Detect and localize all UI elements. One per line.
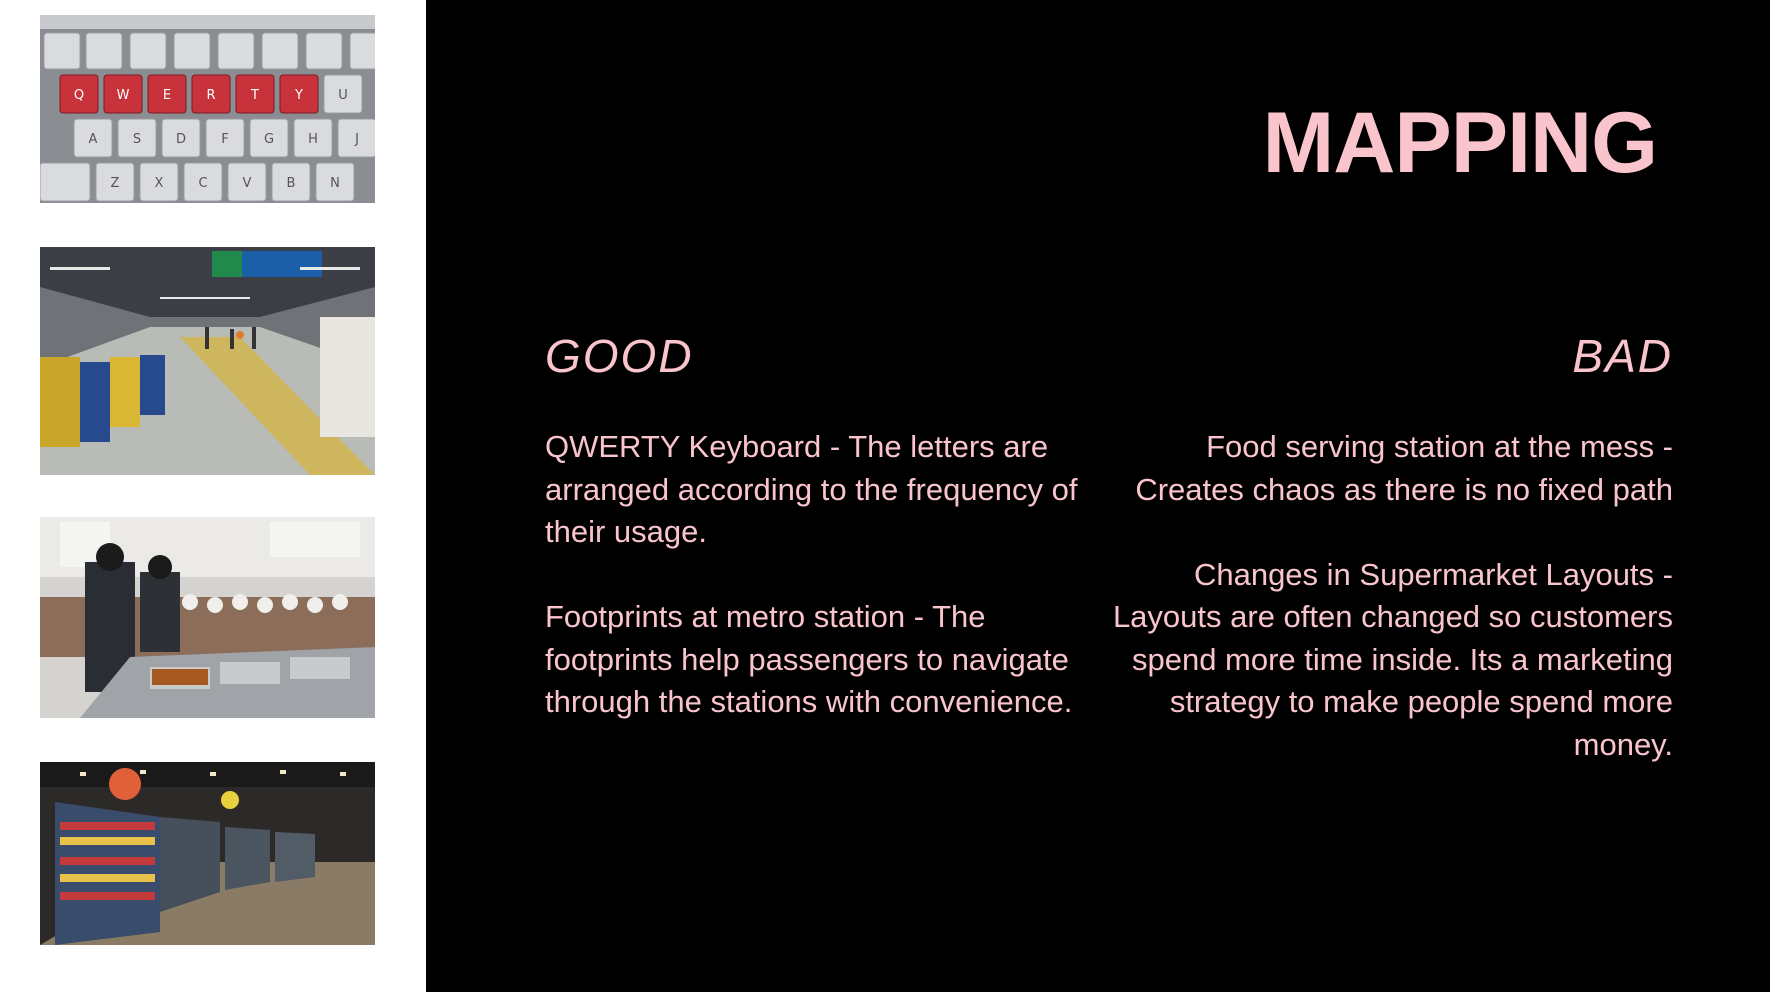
keyboard-photo: Q W E R T Y U A S D F G H J Z X C V B N xyxy=(40,15,375,203)
key-label: H xyxy=(308,132,318,147)
key-label: D xyxy=(176,132,186,147)
supermarket-illustration xyxy=(40,762,375,945)
good-heading: GOOD xyxy=(545,330,694,382)
key-label: Y xyxy=(294,88,303,103)
key-label: T xyxy=(250,88,259,103)
key-label: F xyxy=(221,132,228,147)
key-label: N xyxy=(330,176,340,191)
key-label: G xyxy=(264,132,274,147)
supermarket-photo xyxy=(40,762,375,945)
key-label: B xyxy=(287,176,296,191)
keyboard-illustration: Q W E R T Y U A S D F G H J Z X C V B N xyxy=(40,15,375,203)
key-label: E xyxy=(163,88,171,103)
key-label: C xyxy=(198,176,207,191)
mess-serving-photo xyxy=(40,517,375,718)
bad-example-supermarket: Changes in Supermarket Layouts - Layouts… xyxy=(1112,556,1673,762)
metro-illustration xyxy=(40,247,375,475)
key-label: X xyxy=(155,176,164,191)
key-label: J xyxy=(354,132,359,147)
key-label: W xyxy=(117,88,130,103)
good-examples: QWERTY Keyboard - The letters are arrang… xyxy=(545,426,1105,724)
key-label: V xyxy=(243,176,252,191)
mess-illustration xyxy=(40,517,375,718)
bad-examples: Food serving station at the mess - Creat… xyxy=(1093,426,1673,766)
bad-example-mess: Food serving station at the mess - Creat… xyxy=(1135,429,1673,507)
key-label: R xyxy=(206,88,215,103)
image-strip: Q W E R T Y U A S D F G H J Z X C V B N xyxy=(0,0,426,992)
good-example-metro: Footprints at metro station - The footpr… xyxy=(545,599,1073,719)
key-label: Q xyxy=(74,88,84,103)
key-label: S xyxy=(133,132,141,147)
slide-title: MAPPING xyxy=(1262,95,1658,191)
good-example-keyboard: QWERTY Keyboard - The letters are arrang… xyxy=(545,429,1078,549)
metro-station-photo xyxy=(40,247,375,475)
key-label: A xyxy=(89,132,98,147)
key-label: Z xyxy=(111,176,120,191)
key-label: U xyxy=(338,88,348,103)
bad-heading: BAD xyxy=(1572,330,1673,382)
